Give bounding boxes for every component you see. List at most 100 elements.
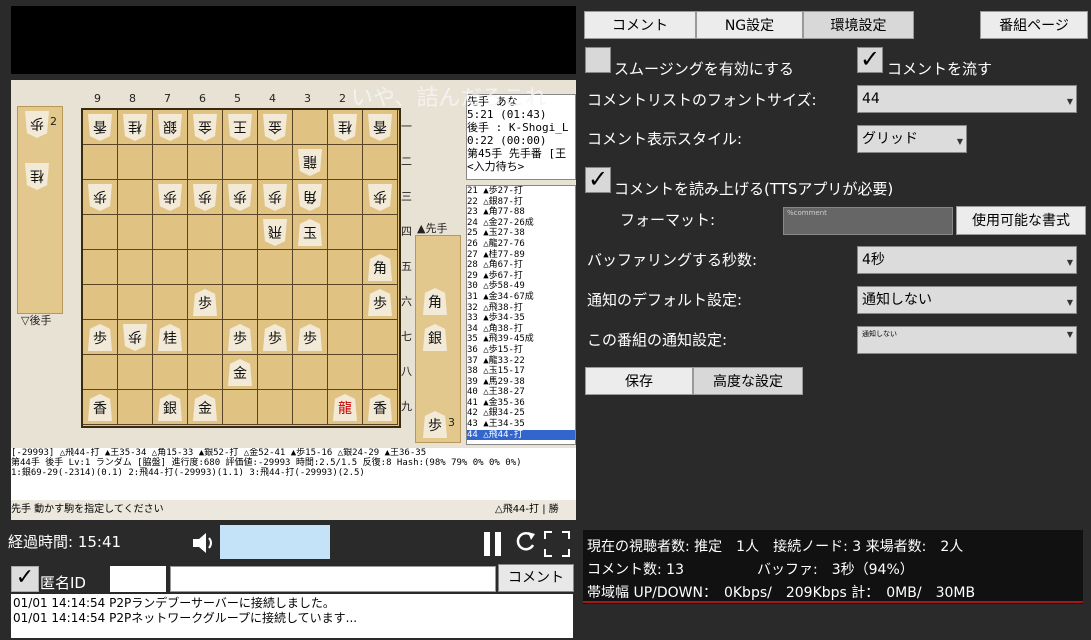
advanced-settings-button[interactable]: 高度な設定 [693,367,803,395]
style-select[interactable]: グリッド ▼ [857,125,967,153]
board-square[interactable] [223,145,258,180]
board-square[interactable] [83,285,118,320]
tab-comment[interactable]: コメント [584,11,696,39]
board-square[interactable] [328,145,363,180]
board-square[interactable] [258,390,293,425]
reload-icon[interactable] [514,530,536,560]
board-square[interactable] [188,145,223,180]
font-size-select[interactable]: 44 ▼ [857,85,1077,113]
smoothing-checkbox[interactable] [585,47,611,73]
board-square[interactable] [188,355,223,390]
board-square[interactable] [153,250,188,285]
board-square[interactable] [293,250,328,285]
board-square[interactable] [363,215,398,250]
board-square[interactable] [258,250,293,285]
board-square[interactable] [83,145,118,180]
board-square[interactable] [83,355,118,390]
board-piece[interactable]: 王 [228,114,252,141]
tab-environment-settings[interactable]: 環境設定 [803,11,914,39]
board-square[interactable] [188,250,223,285]
move-item[interactable]: 39 ▲馬29-38 [467,377,575,388]
board-piece[interactable]: 桂 [333,114,357,141]
board-square[interactable] [293,390,328,425]
board-square[interactable] [223,390,258,425]
move-item[interactable]: 23 ▲角77-88 [467,207,575,218]
move-item[interactable]: 21 ▲歩27-打 [467,186,575,197]
move-item[interactable]: 40 △王38-27 [467,387,575,398]
move-item[interactable]: 29 ▲歩67-打 [467,271,575,282]
notify-default-select[interactable]: 通知しない ▼ [857,286,1077,314]
volume-slider[interactable] [220,525,330,559]
board-piece[interactable]: 金 [263,114,287,141]
board-square[interactable] [293,285,328,320]
board-square[interactable] [328,355,363,390]
board-square[interactable] [118,145,153,180]
volume-icon[interactable] [191,532,215,554]
board-piece[interactable]: 銀 [158,114,182,141]
move-item[interactable]: 34 △角38-打 [467,324,575,335]
board-piece[interactable]: 香 [88,114,112,141]
board-piece[interactable]: 龍 [298,149,322,176]
board-square[interactable] [258,145,293,180]
board-piece[interactable]: 歩 [263,184,287,211]
board-square[interactable] [83,250,118,285]
move-item[interactable]: 37 ▲龍33-22 [467,356,575,367]
board-square[interactable] [223,250,258,285]
board-square[interactable] [118,390,153,425]
move-item[interactable]: 26 △龍27-76 [467,239,575,250]
board-piece[interactable]: 歩 [228,184,252,211]
board-piece[interactable]: 歩 [88,184,112,211]
save-button[interactable]: 保存 [585,367,693,395]
board-square[interactable] [153,285,188,320]
board-square[interactable] [153,215,188,250]
move-item[interactable]: 41 ▲金35-36 [467,398,575,409]
board-square[interactable] [258,355,293,390]
notify-program-select[interactable]: 通知しない ▼ [857,326,1077,354]
board-square[interactable] [293,355,328,390]
move-item[interactable]: 33 ▲歩34-35 [467,313,575,324]
shogi-grid[interactable]: 香桂銀金王金桂香龍歩歩歩歩歩角歩飛玉角歩歩歩歩桂歩歩歩金香銀金龍香 [81,108,401,428]
move-item[interactable]: 27 ▲桂77-89 [467,250,575,261]
board-square[interactable] [363,320,398,355]
board-square[interactable] [223,215,258,250]
board-square[interactable] [328,285,363,320]
tab-ng-settings[interactable]: NG設定 [696,11,803,39]
board-square[interactable] [188,215,223,250]
move-item[interactable]: 35 ▲飛39-45成 [467,334,575,345]
move-item[interactable]: 30 △歩58-49 [467,281,575,292]
board-square[interactable] [153,145,188,180]
move-item[interactable]: 31 ▲金34-67成 [467,292,575,303]
board-square[interactable] [328,320,363,355]
board-piece[interactable]: 歩 [368,184,392,211]
board-square[interactable] [258,285,293,320]
board-square[interactable] [188,320,223,355]
board-square[interactable] [118,355,153,390]
move-item[interactable]: 24 △金27-26成 [467,218,575,229]
move-item[interactable]: 36 △歩15-打 [467,345,575,356]
tts-checkbox[interactable]: ✓ [585,167,611,193]
fullscreen-icon[interactable] [544,531,570,561]
anonymous-checkbox[interactable]: ✓ [11,566,39,592]
board-square[interactable] [328,180,363,215]
board-square[interactable] [328,250,363,285]
comment-submit-button[interactable]: コメント [498,564,574,592]
board-square[interactable] [363,355,398,390]
format-input[interactable]: %comment [783,207,953,235]
flow-comments-checkbox[interactable]: ✓ [857,47,883,73]
move-item[interactable]: 32 △飛38-打 [467,303,575,314]
move-list[interactable]: 21 ▲歩27-打 22 △銀87-打 23 ▲角77-88 24 △金27-26成 2… [466,185,576,445]
board-piece[interactable]: 金 [193,114,217,141]
board-square[interactable] [293,110,328,145]
board-square[interactable] [363,145,398,180]
board-square[interactable] [118,180,153,215]
move-item[interactable]: 22 △銀87-打 [467,197,575,208]
available-formats-button[interactable]: 使用可能な書式 [956,206,1086,235]
move-item[interactable]: 43 ▲王34-35 [467,419,575,430]
board-square[interactable] [118,285,153,320]
board-square[interactable] [118,215,153,250]
board-square[interactable] [153,355,188,390]
move-item[interactable]: 42 △銀34-25 [467,408,575,419]
board-piece[interactable]: 香 [368,114,392,141]
comment-input[interactable] [170,566,496,592]
program-page-button[interactable]: 番組ページ [980,11,1088,39]
